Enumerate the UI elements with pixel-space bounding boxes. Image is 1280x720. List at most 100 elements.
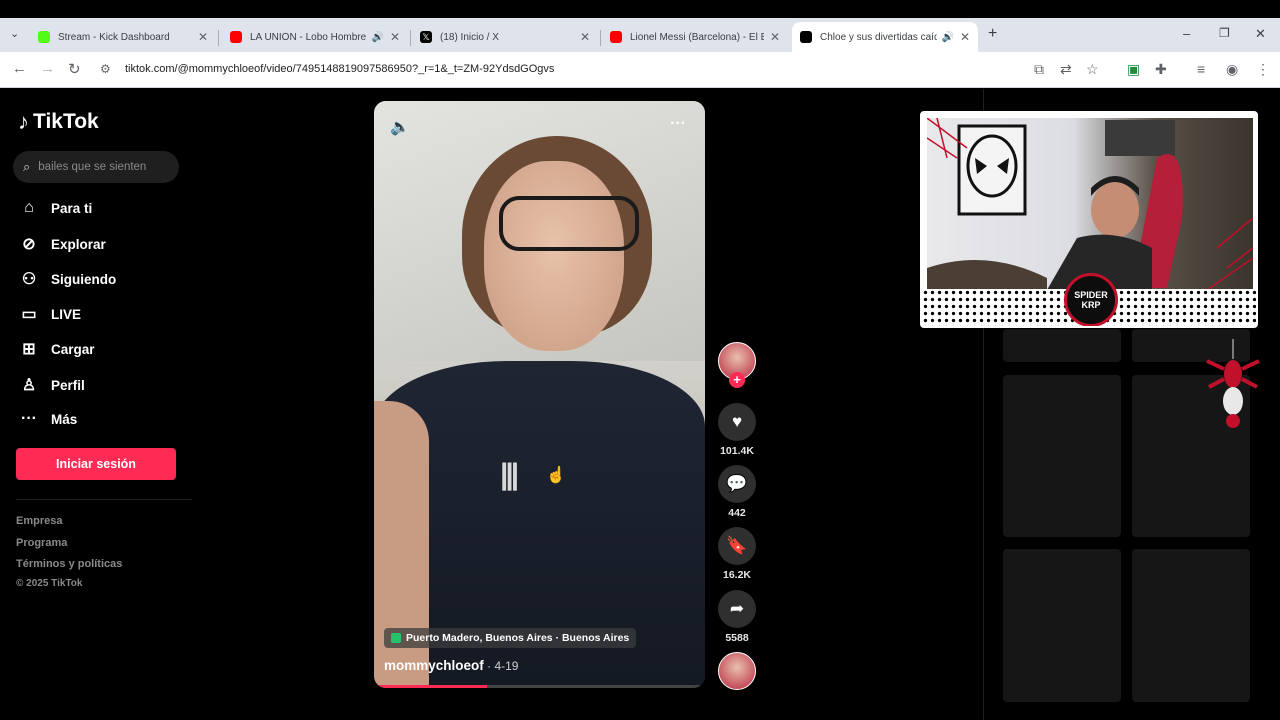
- share-button[interactable]: ➦ 5588: [718, 590, 756, 644]
- share-count: 5588: [725, 632, 749, 644]
- video-tile-placeholder[interactable]: [1003, 375, 1121, 537]
- sound-avatar-button[interactable]: [718, 652, 756, 690]
- sidebar-item-live[interactable]: ▭ LIVE: [18, 304, 81, 324]
- streamer-logo-badge: SPIDER KRP: [1064, 273, 1118, 326]
- sidebar-item-label: Más: [51, 411, 78, 427]
- location-text: Puerto Madero, Buenos Aires · Buenos Air…: [406, 632, 630, 644]
- sidebar-item-label: Cargar: [51, 341, 95, 357]
- kick-favicon-icon: [38, 31, 50, 43]
- close-tab-icon[interactable]: ✕: [770, 30, 780, 44]
- close-tab-icon[interactable]: ✕: [580, 30, 590, 44]
- translate-icon[interactable]: ⇄: [1060, 61, 1072, 78]
- tab-divider: [600, 30, 601, 46]
- sidebar-item-label: Explorar: [51, 236, 106, 252]
- tab-title: Lionel Messi (Barcelona) - El Ba: [630, 31, 764, 43]
- profile-icon: ♙: [21, 377, 37, 394]
- tab-divider: [218, 30, 219, 46]
- video-player[interactable]: ||| 🔈 ··· Puerto Madero, Buenos Aires · …: [374, 101, 705, 688]
- footer-link-programa[interactable]: Programa: [16, 537, 67, 549]
- sidebar-item-cargar[interactable]: ⊞ Cargar: [18, 339, 95, 359]
- tab-title: Stream - Kick Dashboard: [58, 31, 170, 43]
- sidebar-item-mas[interactable]: ··· Más: [18, 410, 77, 428]
- footer-link-empresa[interactable]: Empresa: [16, 515, 62, 527]
- close-tab-icon[interactable]: ✕: [198, 30, 208, 44]
- restore-icon[interactable]: ❐: [1219, 26, 1230, 40]
- extension-badge-icon[interactable]: ▣: [1127, 61, 1140, 78]
- comment-button[interactable]: 💬 442: [718, 465, 756, 519]
- comment-icon: 💬: [718, 465, 756, 503]
- reload-icon[interactable]: ↻: [68, 60, 81, 78]
- url-field[interactable]: tiktok.com/@mommychloeof/video/749514881…: [125, 63, 554, 75]
- new-tab-icon[interactable]: +: [988, 25, 997, 43]
- tab-chloe-tiktok[interactable]: Chloe y sus divertidas caída 🔊 ✕: [792, 22, 978, 52]
- tab-lionel-messi[interactable]: Lionel Messi (Barcelona) - El Ba ✕: [602, 22, 788, 52]
- webcam-overlay: SPIDER KRP: [920, 111, 1258, 328]
- tab-search-chevron-icon[interactable]: ⌄: [10, 27, 19, 40]
- menu-kebab-icon[interactable]: ⋮: [1256, 61, 1270, 78]
- extensions-icon[interactable]: ✚: [1155, 61, 1167, 78]
- youtube-favicon-icon: [230, 31, 242, 43]
- close-tab-icon[interactable]: ✕: [960, 30, 970, 44]
- tab-la-union[interactable]: LA UNIÓN - Lobo Hombre 🔊 ✕: [222, 22, 408, 52]
- speaker-icon[interactable]: 🔊: [941, 32, 953, 43]
- back-icon[interactable]: ←: [12, 60, 27, 77]
- video-tile-placeholder[interactable]: [1132, 549, 1250, 702]
- x-favicon-icon: 𝕏: [420, 31, 432, 43]
- speaker-icon[interactable]: 🔊: [371, 32, 383, 43]
- close-tab-icon[interactable]: ✕: [390, 30, 400, 44]
- tiktok-favicon-icon: [800, 31, 812, 43]
- compass-icon: ⊘: [22, 236, 36, 253]
- tiktok-logo[interactable]: ♪ TikTok: [18, 109, 99, 135]
- sidebar-item-label: Perfil: [51, 377, 85, 393]
- video-tile-placeholder[interactable]: [1003, 549, 1121, 702]
- profile-icon[interactable]: ◉: [1226, 61, 1238, 78]
- video-author[interactable]: mommychloeof · 4-19: [384, 658, 518, 673]
- save-button[interactable]: 🔖 16.2K: [718, 527, 756, 581]
- tiktok-note-icon: ♪: [18, 109, 29, 134]
- minimize-icon[interactable]: –: [1183, 26, 1190, 41]
- screen-top-bar: [0, 0, 1280, 18]
- creator-avatar-button[interactable]: +: [718, 342, 756, 388]
- video-subject-face: [484, 161, 624, 351]
- more-options-icon[interactable]: ···: [670, 115, 686, 133]
- bookmark-star-icon[interactable]: ☆: [1086, 61, 1099, 78]
- sidebar-item-para-ti[interactable]: ⌂ Para ti: [18, 199, 92, 217]
- sidebar-item-label: LIVE: [51, 306, 82, 322]
- hanging-spider-decoration: [1206, 339, 1260, 428]
- media-controls-icon[interactable]: ≡: [1197, 61, 1205, 77]
- sidebar-item-siguiendo[interactable]: ⚇ Siguiendo: [18, 269, 116, 289]
- search-icon: ⌕: [23, 159, 31, 174]
- close-window-icon[interactable]: ✕: [1255, 26, 1266, 42]
- tab-kick-dashboard[interactable]: Stream - Kick Dashboard ✕: [30, 22, 216, 52]
- sidebar-item-label: Para ti: [51, 200, 93, 216]
- volume-icon[interactable]: 🔈: [390, 117, 410, 137]
- forward-icon[interactable]: →: [40, 60, 55, 77]
- live-icon: ▭: [21, 306, 37, 323]
- share-icon: ➦: [718, 590, 756, 628]
- tab-title: Chloe y sus divertidas caída: [820, 31, 938, 43]
- location-tag[interactable]: Puerto Madero, Buenos Aires · Buenos Air…: [384, 628, 637, 648]
- author-name: mommychloeof: [384, 658, 484, 673]
- tab-strip: ⌄ Stream - Kick Dashboard ✕ LA UNIÓN - L…: [0, 18, 1280, 52]
- tab-x-inicio[interactable]: 𝕏 (18) Inicio / X ✕: [412, 22, 598, 52]
- install-app-icon[interactable]: ⧉: [1034, 61, 1044, 78]
- copyright: © 2025 TikTok: [16, 578, 83, 589]
- sidebar-item-explorar[interactable]: ⊘ Explorar: [18, 234, 106, 254]
- sidebar-item-label: Siguiendo: [51, 271, 117, 287]
- footer-link-terminos[interactable]: Términos y políticas: [16, 558, 122, 570]
- video-tile-placeholder[interactable]: [1003, 329, 1121, 362]
- search-placeholder: bailes que se sienten: [38, 161, 147, 173]
- sidebar-item-perfil[interactable]: ♙ Perfil: [18, 375, 85, 395]
- login-button[interactable]: Iniciar sesión: [16, 448, 176, 480]
- site-info-icon[interactable]: ⚙: [100, 62, 111, 76]
- bookmark-icon: 🔖: [718, 527, 756, 565]
- like-button[interactable]: ♥ 101.4K: [718, 403, 756, 457]
- follow-plus-icon[interactable]: +: [729, 372, 745, 388]
- tab-title: (18) Inicio / X: [440, 31, 499, 43]
- heart-icon: ♥: [718, 403, 756, 441]
- tab-divider: [410, 30, 411, 46]
- video-progress-fill: [374, 685, 487, 688]
- search-input[interactable]: ⌕ bailes que se sienten: [13, 151, 179, 183]
- comment-count: 442: [728, 507, 746, 519]
- sound-avatar: [718, 652, 756, 690]
